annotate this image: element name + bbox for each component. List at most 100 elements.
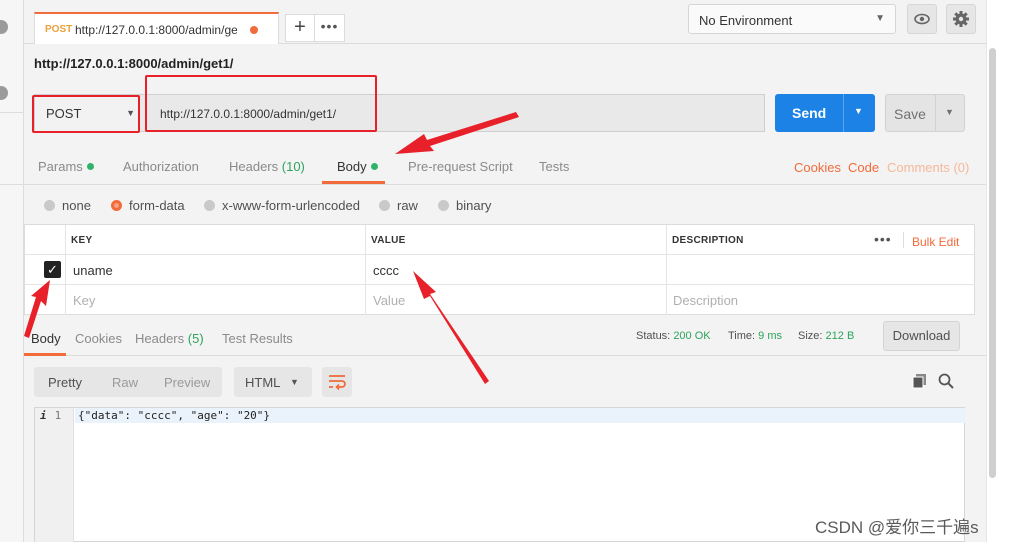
time-value: 9 ms [758,330,782,342]
tab-body[interactable]: Body [337,159,378,174]
request-tab[interactable]: POST http://127.0.0.1:8000/admin/ge [34,12,279,44]
new-description-input[interactable]: Description [673,293,738,308]
more-icon[interactable]: ••• [315,14,345,42]
plus-icon[interactable]: + [285,14,315,42]
save-label: Save [894,106,926,122]
row-key[interactable]: uname [73,263,113,278]
line-info-icon: i [40,409,47,422]
radio-urlencoded-label: x-www-form-urlencoded [222,198,360,213]
table-row-new: Key Value Description [25,285,975,315]
sidebar-dot-icon [0,20,8,34]
chevron-down-icon: ▼ [290,377,299,387]
tab-url: http://127.0.0.1:8000/admin/ge [75,23,237,37]
response-tab-headers-count: (5) [187,331,204,346]
response-tab-headers[interactable]: Headers (5) [135,331,204,346]
sidebar-divider [0,112,24,113]
radio-circle-icon [379,200,390,211]
tab-params[interactable]: Params [38,159,94,174]
wrap-lines-icon[interactable] [322,367,352,397]
header-value: VALUE [371,235,406,246]
view-mode-raw[interactable]: Raw [112,375,138,390]
form-data-table: KEY VALUE DESCRIPTION ••• Bulk Edit ✓ un… [24,224,975,315]
view-mode-preview[interactable]: Preview [164,375,210,390]
eye-icon[interactable] [907,4,937,34]
line-number: i1 [40,409,61,422]
tab-headers[interactable]: Headers (10) [229,159,305,174]
bulk-edit-link[interactable]: Bulk Edit [912,235,959,249]
new-value-input[interactable]: Value [373,293,405,308]
table-row: ✓ uname cccc [25,255,975,285]
response-tab-headers-label: Headers [135,331,185,346]
status-dot-icon [86,163,94,170]
radio-raw[interactable]: raw [379,198,418,213]
radio-binary[interactable]: binary [438,198,491,213]
chevron-down-icon[interactable]: ▼ [854,106,863,116]
chevron-down-icon[interactable]: ▼ [945,107,954,117]
format-value: HTML [245,375,281,390]
line-number-value: 1 [54,409,62,422]
radio-none[interactable]: none [44,198,91,213]
size-value: 212 B [825,330,855,342]
tab-headers-count: (10) [281,159,305,174]
tab-body-label: Body [337,159,367,174]
save-divider [935,95,936,131]
sidebar-dot-icon [0,86,8,100]
format-select[interactable]: HTML ▼ [234,367,312,397]
more-icon[interactable]: ••• [874,231,892,247]
view-mode-group: Pretty Raw Preview [34,367,222,397]
tab-tests[interactable]: Tests [539,159,569,174]
chevron-down-icon: ▼ [875,13,885,24]
row-checkbox[interactable]: ✓ [44,261,61,278]
environment-select[interactable]: No Environment ▼ [688,4,896,34]
tab-bar: POST http://127.0.0.1:8000/admin/ge + ••… [24,0,986,44]
response-time: Time: 9 ms [728,330,782,342]
send-label: Send [792,105,827,121]
status-value: 200 OK [673,330,711,342]
response-status: Status: 200 OK [636,330,711,342]
response-tab-test-results[interactable]: Test Results [222,331,293,346]
body-type-options: none form-data x-www-form-urlencoded raw… [24,186,986,224]
save-button[interactable]: Save ▼ [885,94,965,132]
radio-circle-icon [44,200,55,211]
download-button[interactable]: Download [883,321,960,351]
sidebar-edge [0,0,24,542]
row-value[interactable]: cccc [373,263,399,278]
time-label: Time: [728,330,756,342]
search-icon[interactable] [938,373,956,391]
header-key: KEY [71,235,93,246]
send-button[interactable]: Send ▼ [775,94,875,132]
response-tab-body[interactable]: Body [31,331,61,346]
radio-form-data[interactable]: form-data [111,198,185,213]
cookies-link[interactable]: Cookies [794,160,841,175]
gear-icon[interactable] [946,4,976,34]
new-key-input[interactable]: Key [73,293,95,308]
status-dot-icon [370,163,378,170]
comments-link[interactable]: Comments (0) [887,160,969,175]
size-label: Size: [798,330,823,342]
line-gutter [35,408,74,542]
response-tab-cookies[interactable]: Cookies [75,331,122,346]
response-body-text: {"data": "cccc", "age": "20"} [78,409,271,422]
code-link[interactable]: Code [848,160,879,175]
unsaved-dot-icon [250,26,258,34]
tab-pre-request-script[interactable]: Pre-request Script [408,159,513,174]
scrollbar-thumb[interactable] [989,48,996,478]
radio-x-www-form-urlencoded[interactable]: x-www-form-urlencoded [204,198,360,213]
active-tab-indicator [24,353,66,356]
environment-label: No Environment [699,13,793,28]
copy-icon[interactable] [912,373,930,391]
header-description: DESCRIPTION [672,235,744,246]
scrollbar[interactable] [986,0,1012,542]
view-mode-pretty[interactable]: Pretty [48,375,82,390]
table-header: KEY VALUE DESCRIPTION ••• Bulk Edit [25,225,975,255]
request-workspace: POST http://127.0.0.1:8000/admin/ge + ••… [24,0,986,542]
radio-circle-icon [204,200,215,211]
response-size: Size: 212 B [798,330,854,342]
status-label: Status: [636,330,671,342]
watermark: CSDN @爱你三千遍s [815,518,979,537]
radio-raw-label: raw [397,198,418,213]
response-toolbar: Pretty Raw Preview HTML ▼ [24,357,986,407]
radio-form-data-label: form-data [129,198,185,213]
tab-authorization[interactable]: Authorization [123,159,199,174]
annotation-box-method [32,95,140,133]
